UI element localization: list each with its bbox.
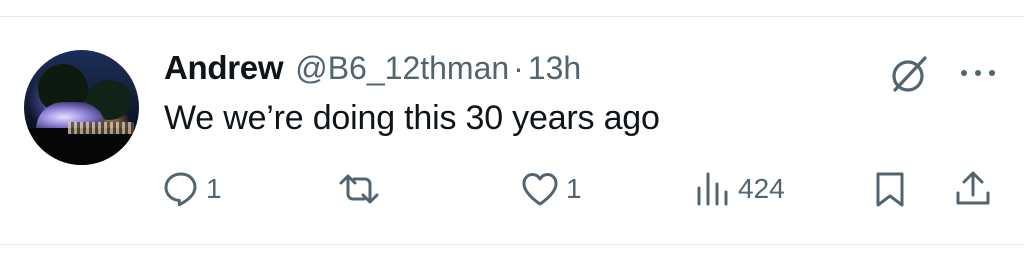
views-button[interactable]: 424	[694, 169, 785, 209]
share-icon	[956, 171, 990, 205]
author-name[interactable]: Andrew	[164, 49, 284, 86]
reply-count: 1	[206, 173, 222, 204]
like-button[interactable]: 1	[520, 169, 582, 209]
tweet-header: Andrew @B6_12thman · 13h	[164, 49, 581, 89]
views-icon	[697, 172, 728, 206]
avatar[interactable]	[24, 50, 139, 165]
tweet[interactable]: Andrew @B6_12thman · 13h We we’re doing thi…	[0, 17, 1024, 244]
tweet-time[interactable]: 13h	[528, 50, 581, 86]
like-count: 1	[566, 173, 582, 204]
author-handle[interactable]: @B6_12thman	[295, 50, 509, 86]
like-icon	[522, 173, 558, 206]
reply-button[interactable]: 1	[162, 169, 222, 209]
grok-icon[interactable]	[887, 52, 931, 96]
bookmark-icon	[876, 172, 904, 207]
more-icon[interactable]	[958, 63, 998, 83]
view-count: 424	[738, 173, 785, 204]
separator-dot: ·	[513, 50, 524, 86]
bookmark-button[interactable]	[872, 169, 908, 209]
retweet-button[interactable]	[336, 169, 382, 209]
share-button[interactable]	[953, 169, 993, 209]
reply-icon	[164, 172, 197, 207]
retweet-icon	[339, 174, 379, 204]
tweet-text: We we’re doing this 30 years ago	[164, 99, 660, 137]
bottom-divider	[0, 244, 1024, 245]
